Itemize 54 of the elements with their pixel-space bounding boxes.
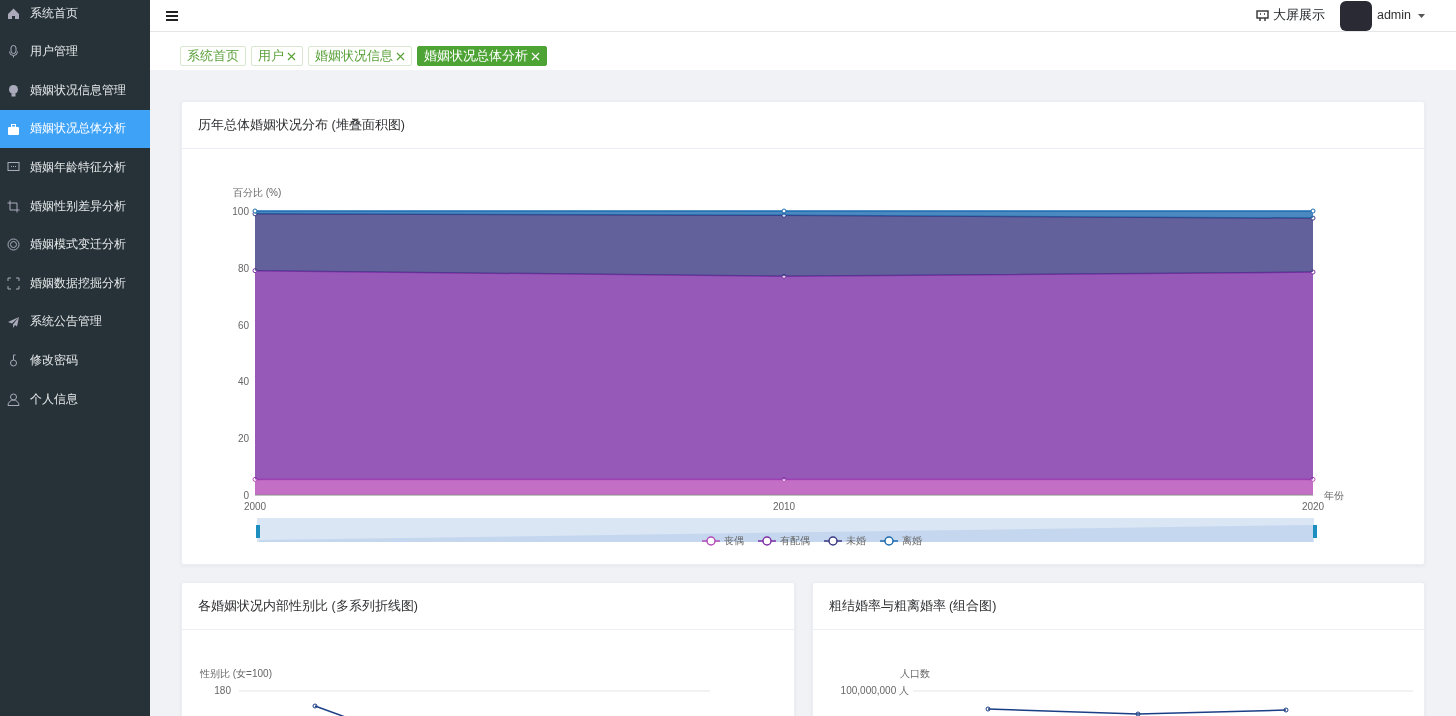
card-title: 粗结婚率与粗离婚率 (组合图) <box>828 597 997 615</box>
axis-tick-label: 100 <box>232 206 249 217</box>
sidebar-item[interactable]: 婚姻年龄特征分析 <box>0 148 150 187</box>
caret-icon[interactable] <box>1418 13 1425 18</box>
avatar[interactable] <box>1339 0 1372 31</box>
legend-label[interactable]: 离婚 <box>902 535 922 546</box>
user-name[interactable]: admin <box>1376 6 1411 25</box>
axis-tick-label: 20 <box>237 433 249 445</box>
home-icon <box>7 6 20 20</box>
bulb-icon <box>7 84 20 97</box>
sidebar-item[interactable]: 修改密码 <box>0 341 150 380</box>
card-title: 各婚姻状况内部性别比 (多系列折线图) <box>198 597 418 615</box>
screen-link[interactable]: 大屏展示 <box>1255 6 1325 25</box>
axis-tick-label: 2010 <box>772 501 796 512</box>
briefcase-icon <box>7 122 20 136</box>
axis-tick-label: 2000 <box>243 501 267 512</box>
legend-marker-icon[interactable] <box>701 536 721 546</box>
sidebar-item[interactable]: 婚姻状况信息管理 <box>0 71 150 110</box>
axis-title: 百分比 (%) <box>233 187 282 198</box>
axis-tick-label: 60 <box>237 319 249 331</box>
legend-marker-icon[interactable] <box>823 536 843 546</box>
legend-marker-icon[interactable] <box>757 536 777 546</box>
legend-label[interactable]: 未婚 <box>846 535 866 546</box>
sidebar-item[interactable]: 婚姻数据挖掘分析 <box>0 264 150 303</box>
monitor-icon <box>1255 9 1269 22</box>
sidebar-item[interactable]: 系统公告管理 <box>0 302 150 342</box>
axis-title: 性别比 (女=100) <box>200 668 272 679</box>
axis-tick-label: 2020 <box>1301 501 1325 512</box>
axis-title: 人口数 <box>899 668 930 679</box>
axis-tick-label: 40 <box>237 376 249 388</box>
key-icon <box>7 354 20 368</box>
axis-title: 年份 <box>1324 490 1344 501</box>
close-icon[interactable] <box>396 52 405 62</box>
card-title: 历年总体婚姻状况分布 (堆叠面积图) <box>198 116 405 134</box>
sidebar-item[interactable]: 婚姻性别差异分析 <box>0 186 150 226</box>
crop-icon <box>7 199 20 213</box>
legend-label[interactable]: 丧偶 <box>724 535 744 546</box>
close-icon[interactable] <box>287 52 296 62</box>
legend-label[interactable]: 有配偶 <box>780 535 810 546</box>
axis-tick-label: 100,000,000 人 <box>840 685 909 696</box>
axis-tick-label: 80 <box>237 262 249 274</box>
user-icon <box>7 392 20 406</box>
sidebar-item[interactable]: 婚姻模式变迁分析 <box>0 225 150 265</box>
axis-tick-label: 180 <box>214 685 231 696</box>
sidebar-item[interactable]: 用户管理 <box>0 32 150 72</box>
ring-icon <box>7 238 20 252</box>
frame-icon <box>7 276 20 290</box>
legend-marker-icon[interactable] <box>879 536 899 546</box>
paper-plane-icon <box>7 315 20 329</box>
sidebar-item[interactable]: 系统首页 <box>0 0 150 33</box>
axis-tick-label: 0 <box>243 490 249 501</box>
microphone-icon <box>7 45 20 59</box>
menu-icon[interactable] <box>166 10 178 21</box>
sidebar-item[interactable]: 个人信息 <box>0 379 150 419</box>
